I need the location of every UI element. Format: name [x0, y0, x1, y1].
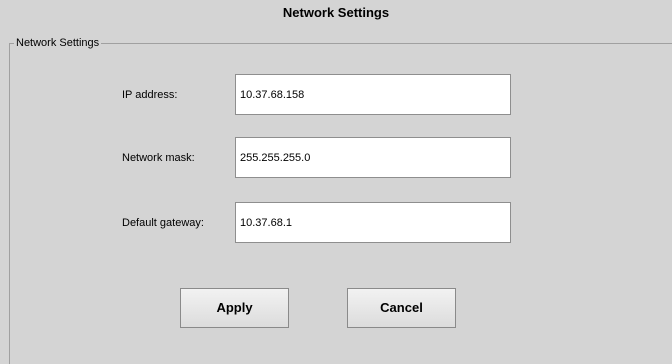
default-gateway-field[interactable] — [235, 202, 511, 243]
ip-address-field[interactable] — [235, 74, 511, 115]
network-mask-field[interactable] — [235, 137, 511, 178]
apply-button[interactable]: Apply — [180, 288, 289, 328]
group-legend: Network Settings — [14, 36, 102, 50]
default-gateway-label: Default gateway: — [122, 217, 204, 229]
cancel-button[interactable]: Cancel — [347, 288, 456, 328]
network-mask-label: Network mask: — [122, 152, 195, 164]
ip-address-label: IP address: — [122, 89, 178, 101]
window-title: Network Settings — [282, 5, 390, 20]
